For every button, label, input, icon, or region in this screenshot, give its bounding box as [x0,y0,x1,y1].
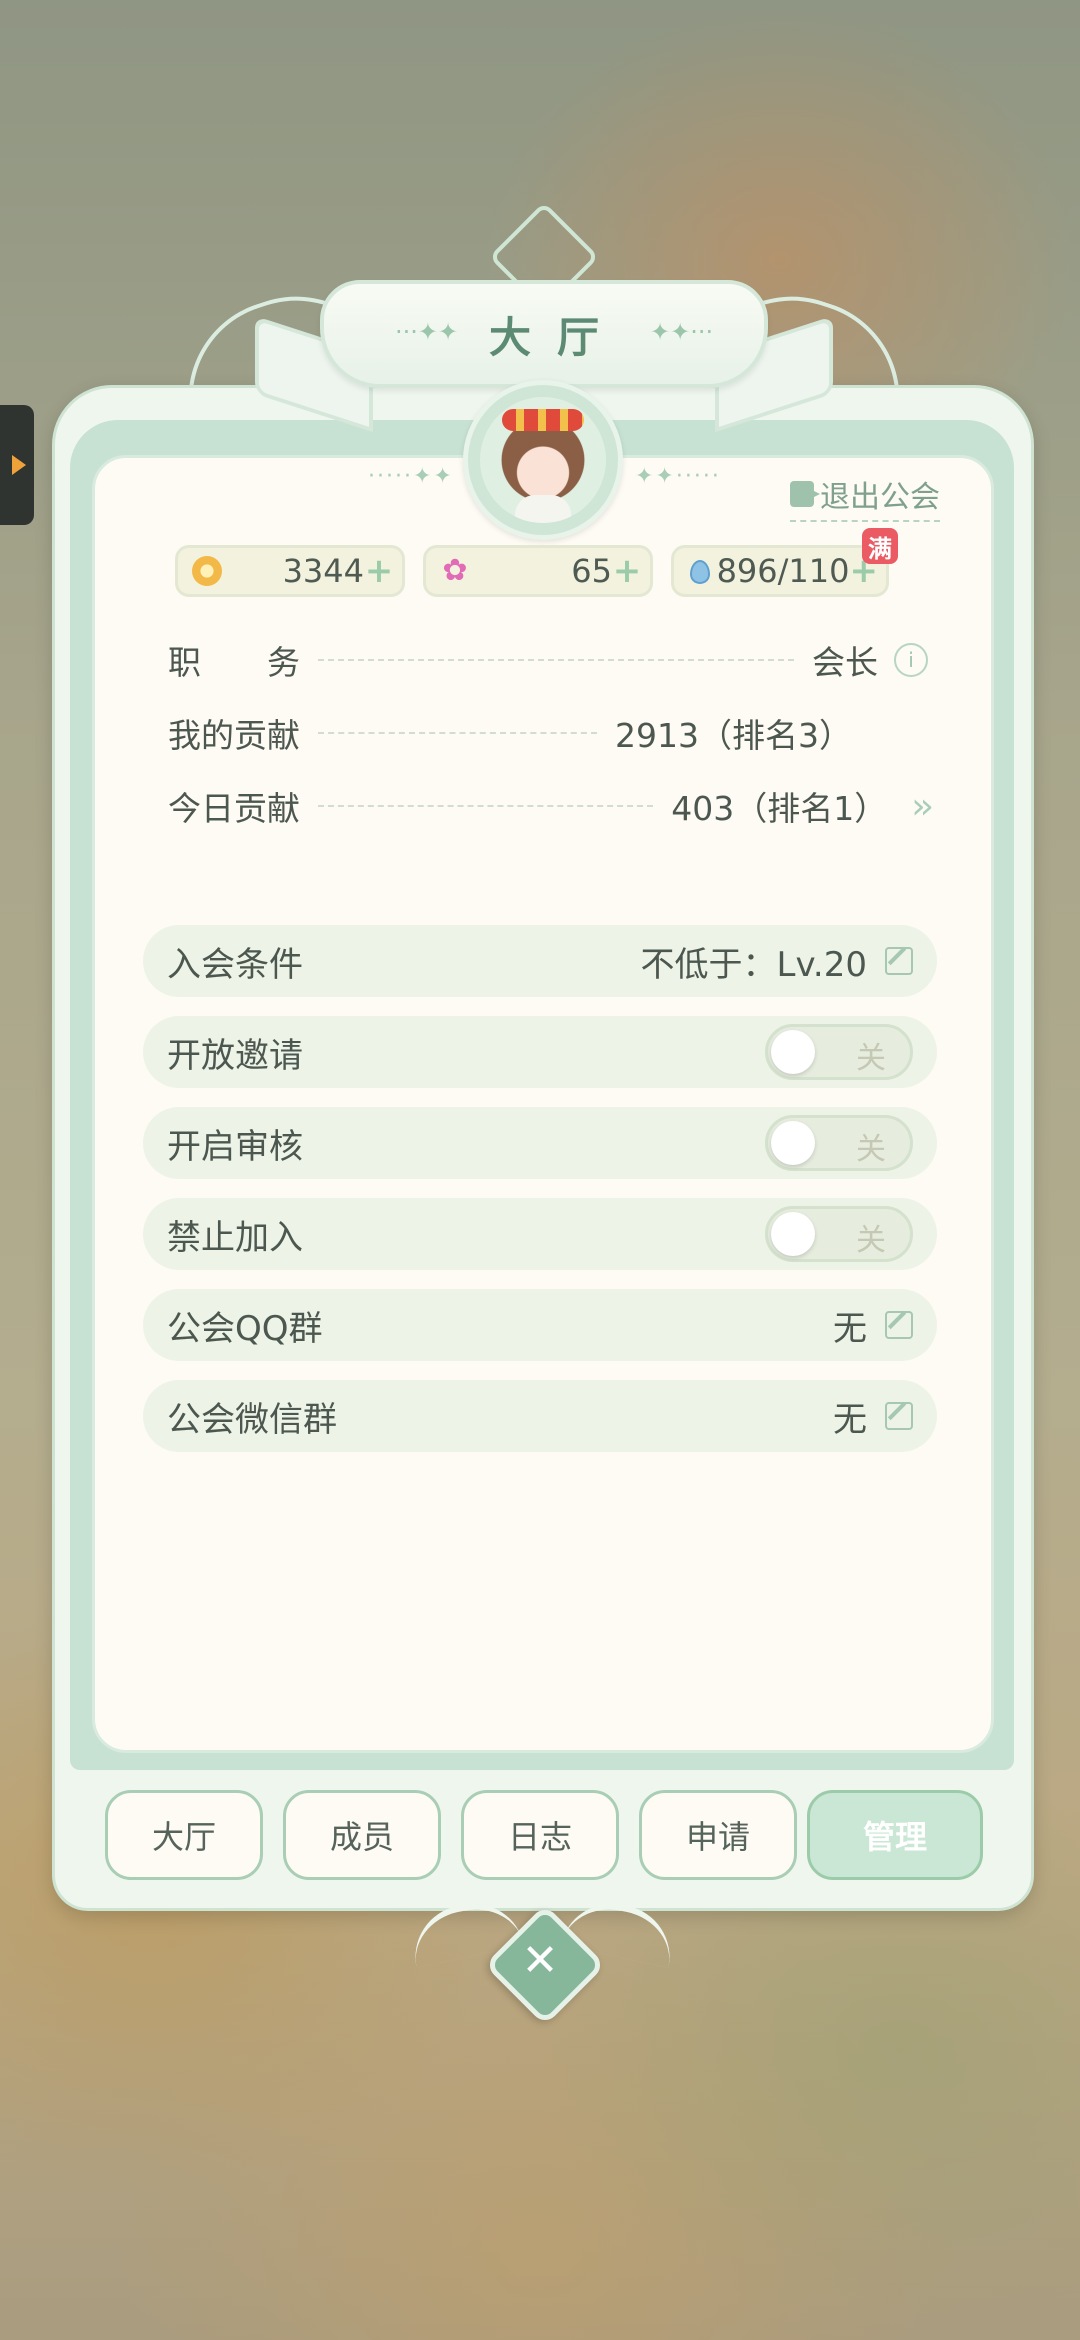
title-ornament-right: ✦✦··· [650,318,714,346]
setting-value: 不低于：Lv.20 [640,944,868,985]
info-value: 会长 [812,643,878,682]
avatar-ornament-left: ·····✦✦ [368,464,454,489]
flower-star-icon: ✿ [442,553,468,588]
info-label: 今日贡献 [168,789,300,828]
setting-label: 公会QQ群 [167,1308,323,1349]
edit-icon[interactable] [885,1311,913,1339]
toggle-knob [771,1121,815,1165]
setting-join-condition[interactable]: 入会条件 不低于：Lv.20 [143,925,937,997]
water-resource[interactable]: 896/110 + [671,545,889,597]
double-chevron-right-icon[interactable]: ›› [911,786,934,827]
flower-value: 65 [571,552,612,590]
close-icon: ✕ [521,1934,559,1986]
setting-forbid-join: 禁止加入 关 [143,1198,937,1270]
close-button[interactable]: ✕ [484,1904,606,2026]
setting-wechat-group[interactable]: 公会微信群 无 [143,1380,937,1452]
info-row-position: 职 务 会长 i [168,635,928,685]
tab-members[interactable]: 成员 [283,1790,441,1880]
dash-line [318,732,598,734]
coin-icon [192,556,222,586]
plus-icon[interactable]: + [364,551,394,591]
toggle-state: 关 [856,1223,886,1258]
toggle-state: 关 [856,1041,886,1076]
tab-applications[interactable]: 申请 [639,1790,797,1880]
avatar-ornament-right: ✦✦····· [635,464,721,489]
edit-icon[interactable] [885,947,913,975]
info-row-my-contribution: 我的贡献 2913（排名3） [168,708,928,758]
side-drawer-tab[interactable] [0,405,34,525]
exit-guild-button[interactable]: 退出公会 [790,472,940,522]
info-label: 职 务 [168,643,300,682]
setting-label: 公会微信群 [167,1399,337,1440]
exit-guild-label: 退出公会 [820,480,940,515]
plus-icon[interactable]: + [612,551,642,591]
toggle-state: 关 [856,1132,886,1167]
coin-value: 3344 [282,552,364,590]
forbid-join-toggle[interactable]: 关 [765,1206,913,1262]
setting-open-invite: 开放邀请 关 [143,1016,937,1088]
title-ornament-left: ···✦✦ [395,318,459,346]
toggle-knob [771,1212,815,1256]
full-badge: 满 [862,528,898,564]
setting-value: 无 [833,1308,867,1349]
page-title: 大厅 [488,312,625,362]
info-row-today-contribution: 今日贡献 403（排名1） ›› [168,781,934,831]
dash-line [318,659,794,661]
enable-review-toggle[interactable]: 关 [765,1115,913,1171]
setting-enable-review: 开启审核 关 [143,1107,937,1179]
setting-label: 入会条件 [167,944,303,985]
dash-line [318,805,654,807]
edit-icon[interactable] [885,1402,913,1430]
setting-qq-group[interactable]: 公会QQ群 无 [143,1289,937,1361]
tab-log[interactable]: 日志 [461,1790,619,1880]
info-value: 403（排名1） [671,789,888,828]
exit-icon [790,481,820,507]
setting-label: 开放邀请 [167,1035,303,1076]
tab-manage[interactable]: 管理 [807,1790,983,1880]
info-label: 我的贡献 [168,716,300,755]
info-value: 2913（排名3） [615,716,852,755]
toggle-knob [771,1030,815,1074]
tab-hall[interactable]: 大厅 [105,1790,263,1880]
water-drop-icon [688,556,710,586]
water-value: 896/110 [716,552,850,590]
setting-label: 开启审核 [167,1126,303,1167]
guild-avatar [480,397,606,523]
setting-label: 禁止加入 [167,1217,303,1258]
guild-avatar-frame[interactable] [463,380,623,540]
info-icon[interactable]: i [894,643,928,677]
flower-resource[interactable]: ✿ 65 + [423,545,653,597]
setting-value: 无 [833,1399,867,1440]
bottom-tab-bar: 大厅 成员 日志 申请 管理 [105,1790,985,1882]
open-invite-toggle[interactable]: 关 [765,1024,913,1080]
coin-resource[interactable]: 3344 + [175,545,405,597]
